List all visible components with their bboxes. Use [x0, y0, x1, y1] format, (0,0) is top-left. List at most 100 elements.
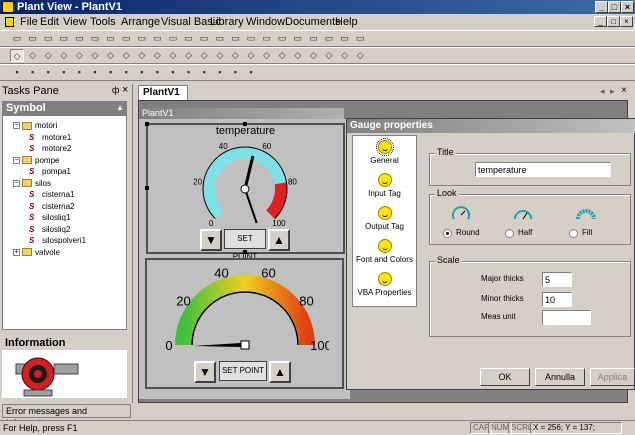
alarm-icon[interactable]: ◇	[306, 49, 320, 62]
minimize-button[interactable]: _	[595, 1, 608, 13]
menu-documents[interactable]: Documents	[285, 16, 341, 28]
nav-output-tag[interactable]: Output Tag	[353, 206, 416, 231]
cancel-button[interactable]: Annulla	[535, 368, 585, 386]
selection-handle[interactable]	[243, 250, 247, 254]
decrease-button[interactable]: ▼	[194, 361, 216, 383]
mdi-restore-button[interactable]: □	[607, 16, 620, 27]
same-height-icon[interactable]: ▭	[150, 32, 164, 45]
properties-icon[interactable]: ▪	[135, 66, 149, 79]
menu-view[interactable]: View	[63, 16, 87, 28]
valve-icon[interactable]: ◇	[135, 49, 149, 62]
copy-icon[interactable]: ▪	[72, 66, 86, 79]
ok-button[interactable]: OK	[480, 368, 530, 386]
zoom-icon[interactable]: ▭	[353, 32, 367, 45]
flip-h-icon[interactable]: ▭	[275, 32, 289, 45]
align-right-icon[interactable]: ▭	[41, 32, 55, 45]
checkmark-icon[interactable]: ◇	[322, 49, 336, 62]
symbol-section-header[interactable]: Symbol ▲	[2, 101, 127, 115]
stop-icon[interactable]: ▪	[213, 66, 227, 79]
align-top-icon[interactable]: ▭	[57, 32, 71, 45]
tree-symbol[interactable]: Smotore2	[29, 143, 71, 154]
tree-folder[interactable]: + valvole	[13, 247, 60, 258]
tank-icon[interactable]: ◇	[260, 49, 274, 62]
decrease-button[interactable]: ▼	[200, 229, 222, 251]
information-header[interactable]: Information	[2, 336, 127, 350]
lock-icon[interactable]: ▭	[322, 32, 336, 45]
button-icon[interactable]: ◇	[88, 49, 102, 62]
nav-general[interactable]: General	[353, 138, 416, 165]
bargraph-icon[interactable]: ◇	[197, 49, 211, 62]
pin-icon[interactable]: ф	[112, 85, 119, 95]
selection-handle[interactable]	[145, 186, 149, 190]
tasks-pane-close-button[interactable]: ×	[122, 84, 128, 96]
maximize-button[interactable]: □	[608, 1, 621, 13]
menu-tools[interactable]: Tools	[90, 16, 116, 28]
menu-edit[interactable]: Edit	[40, 16, 59, 28]
pump-icon[interactable]: ◇	[150, 49, 164, 62]
tree-symbol[interactable]: Spompa1	[29, 166, 71, 177]
open-icon[interactable]: ▪	[26, 66, 40, 79]
meas-unit-input[interactable]	[542, 310, 591, 325]
fill-icon[interactable]: ◇	[244, 49, 258, 62]
mdi-minimize-button[interactable]: _	[594, 16, 607, 27]
major-thicks-input[interactable]	[542, 272, 572, 287]
ungroup-icon[interactable]: ▭	[260, 32, 274, 45]
radio-fill[interactable]	[569, 229, 578, 238]
center-h-icon[interactable]: ▭	[182, 32, 196, 45]
align-middle-icon[interactable]: ▭	[72, 32, 86, 45]
tree-symbol[interactable]: Scisterna1	[29, 189, 74, 200]
nav-vba-properties[interactable]: VBA Properties	[353, 272, 416, 297]
line-icon[interactable]: ◇	[26, 49, 40, 62]
paste-icon[interactable]: ▪	[88, 66, 102, 79]
tab-scroll-left-icon[interactable]: ◂	[600, 86, 605, 97]
close-button[interactable]: ×	[621, 1, 634, 13]
tree-folder[interactable]: − silos	[13, 178, 51, 189]
rotate-icon[interactable]: ▭	[306, 32, 320, 45]
selection-handle[interactable]	[145, 122, 149, 126]
apply-button[interactable]: Applica	[590, 368, 635, 386]
display-icon[interactable]: ◇	[213, 49, 227, 62]
trend-icon[interactable]: ◇	[166, 49, 180, 62]
rectangle-icon[interactable]: ◇	[41, 49, 55, 62]
pointer-icon[interactable]: ◇	[10, 49, 24, 62]
text-icon[interactable]: ◇	[119, 49, 133, 62]
setpoint-field[interactable]: SET POINT	[219, 361, 267, 381]
setpoint-field[interactable]: SET POINT	[224, 229, 266, 261]
same-size-icon[interactable]: ▭	[166, 32, 180, 45]
expander-icon[interactable]: −	[13, 179, 20, 187]
library-icon[interactable]: ▪	[150, 66, 164, 79]
print-icon[interactable]: ▪	[104, 66, 118, 79]
cut-icon[interactable]: ▪	[57, 66, 71, 79]
align-bottom-icon[interactable]: ▭	[88, 32, 102, 45]
undo-icon[interactable]: ▪	[166, 66, 180, 79]
timer-icon[interactable]: ◇	[338, 49, 352, 62]
tab-scroll-right-icon[interactable]: ▸	[610, 86, 615, 97]
rounded-rect-icon[interactable]: ◇	[57, 49, 71, 62]
menu-window[interactable]: Window	[246, 16, 285, 28]
com-icon[interactable]: ◇	[291, 49, 305, 62]
increase-button[interactable]: ▲	[269, 361, 291, 383]
menu-library[interactable]: Library	[210, 16, 244, 28]
expander-icon[interactable]: −	[13, 122, 20, 130]
same-width-icon[interactable]: ▭	[135, 32, 149, 45]
tree-symbol[interactable]: Scisterna2	[29, 201, 74, 212]
run-icon[interactable]: ▪	[197, 66, 211, 79]
collapse-icon[interactable]: ▲	[116, 101, 124, 115]
title-input[interactable]	[475, 162, 611, 177]
align-center-icon[interactable]: ▭	[26, 32, 40, 45]
tree-folder[interactable]: − pompe	[13, 155, 59, 166]
ellipse-icon[interactable]: ◇	[72, 49, 86, 62]
expander-icon[interactable]: −	[13, 156, 20, 164]
radio-half[interactable]	[505, 229, 514, 238]
menu-arrange[interactable]: Arrange	[121, 16, 160, 28]
tools-icon[interactable]: ▪	[244, 66, 258, 79]
grid-icon[interactable]: ▭	[338, 32, 352, 45]
edit-icon[interactable]: ◇	[228, 49, 242, 62]
text-field-icon[interactable]: ◇	[104, 49, 118, 62]
dial-icon[interactable]: ◇	[353, 49, 367, 62]
space-h-icon[interactable]: ▭	[104, 32, 118, 45]
gauge-icon[interactable]: ◇	[182, 49, 196, 62]
tree-symbol[interactable]: Smotore1	[29, 132, 71, 143]
mdi-close-button[interactable]: ×	[620, 16, 633, 27]
slider-icon[interactable]: ◇	[275, 49, 289, 62]
